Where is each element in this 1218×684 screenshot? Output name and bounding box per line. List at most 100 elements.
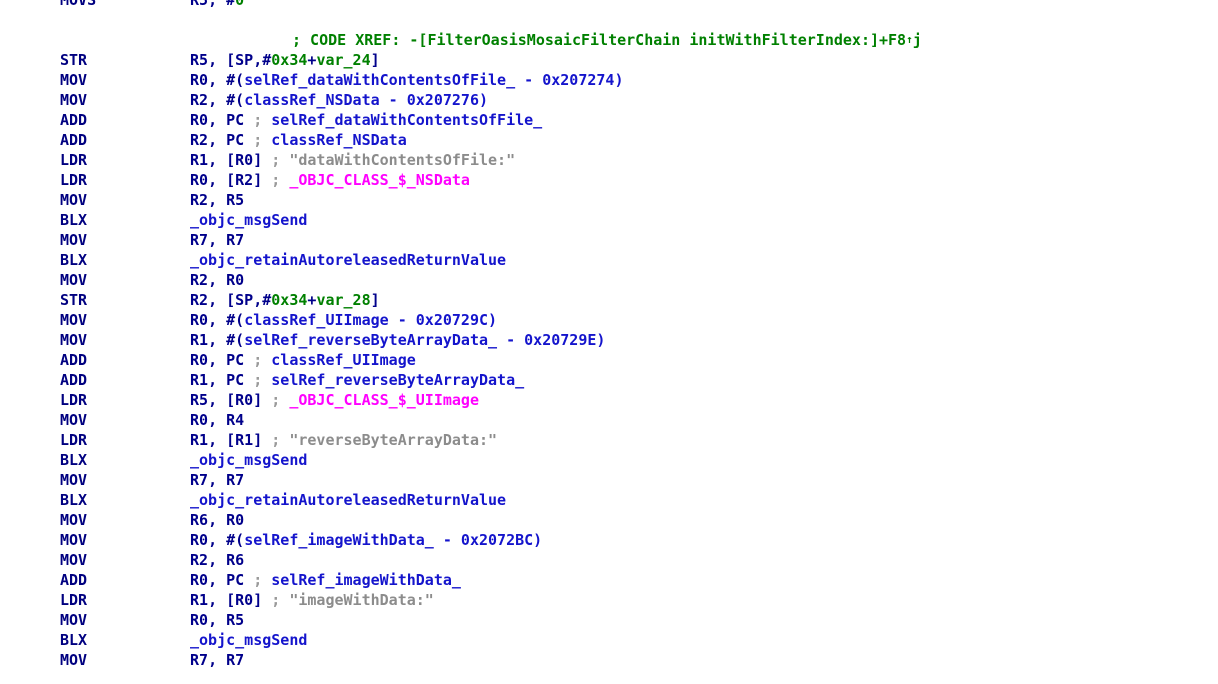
- token-sym[interactable]: classRef_NSData: [271, 131, 406, 149]
- instruction-operands[interactable]: _objc_retainAutoreleasedReturnValue: [190, 250, 506, 270]
- token-sym[interactable]: _objc_msgSend: [190, 451, 307, 469]
- instruction-line[interactable]: MOV R7, R7: [0, 470, 1218, 490]
- instruction-mnemonic[interactable]: BLX: [0, 210, 190, 230]
- token-sym[interactable]: classRef_UIImage: [244, 311, 389, 329]
- token-sym[interactable]: classRef_NSData: [244, 91, 379, 109]
- instruction-operands[interactable]: R2, R5: [190, 190, 244, 210]
- instruction-mnemonic[interactable]: MOV: [0, 550, 190, 570]
- instruction-operands[interactable]: R7, R7: [190, 650, 244, 670]
- instruction-line[interactable]: BLX _objc_retainAutoreleasedReturnValue: [0, 250, 1218, 270]
- token-sym[interactable]: classRef_UIImage: [271, 351, 416, 369]
- instruction-mnemonic[interactable]: BLX: [0, 630, 190, 650]
- instruction-operands[interactable]: R0, #(classRef_UIImage - 0x20729C): [190, 310, 497, 330]
- instruction-line[interactable]: MOV R2, R5: [0, 190, 1218, 210]
- instruction-line[interactable]: ADD R0, PC ; classRef_UIImage: [0, 350, 1218, 370]
- instruction-line[interactable]: MOV R6, R0: [0, 510, 1218, 530]
- instruction-mnemonic[interactable]: MOV: [0, 230, 190, 250]
- token-dataname[interactable]: _OBJC_CLASS_$_NSData: [289, 171, 470, 189]
- instruction-operands[interactable]: _objc_retainAutoreleasedReturnValue: [190, 490, 506, 510]
- instruction-line[interactable]: BLX _objc_msgSend: [0, 210, 1218, 230]
- token-sym[interactable]: - 0x20729E): [497, 331, 605, 349]
- instruction-operands[interactable]: R5, #0: [190, 0, 244, 10]
- instruction-mnemonic[interactable]: LDR: [0, 170, 190, 190]
- instruction-operands[interactable]: R0, PC ; classRef_UIImage: [190, 350, 416, 370]
- token-sym[interactable]: _objc_msgSend: [190, 631, 307, 649]
- instruction-operands[interactable]: R2, R0: [190, 270, 244, 290]
- token-sym[interactable]: - 0x207274): [515, 71, 623, 89]
- instruction-line[interactable]: LDR R5, [R0] ; _OBJC_CLASS_$_UIImage: [0, 390, 1218, 410]
- instruction-line[interactable]: MOV R0, R5: [0, 610, 1218, 630]
- instruction-line[interactable]: STR R2, [SP,#0x34+var_28]: [0, 290, 1218, 310]
- instruction-line[interactable]: ADD R1, PC ; selRef_reverseByteArrayData_: [0, 370, 1218, 390]
- token-dataname[interactable]: _OBJC_CLASS_$_UIImage: [289, 391, 479, 409]
- instruction-line[interactable]: BLX _objc_msgSend: [0, 630, 1218, 650]
- instruction-line[interactable]: MOV R0, #(selRef_dataWithContentsOfFile_ …: [0, 70, 1218, 90]
- instruction-operands[interactable]: R2, [SP,#0x34+var_28]: [190, 290, 380, 310]
- instruction-mnemonic[interactable]: BLX: [0, 450, 190, 470]
- xref-comment-line[interactable]: ; CODE XREF: -[FilterOasisMosaicFilterCh…: [0, 30, 1218, 50]
- instruction-operands[interactable]: R0, #(selRef_dataWithContentsOfFile_ - 0…: [190, 70, 624, 90]
- token-sym[interactable]: _objc_msgSend: [190, 211, 307, 229]
- instruction-operands[interactable]: R0, PC ; selRef_imageWithData_: [190, 570, 461, 590]
- instruction-line[interactable]: LDR R0, [R2] ; _OBJC_CLASS_$_NSData: [0, 170, 1218, 190]
- instruction-mnemonic[interactable]: MOV: [0, 410, 190, 430]
- instruction-mnemonic[interactable]: LDR: [0, 590, 190, 610]
- instruction-operands[interactable]: _objc_msgSend: [190, 450, 307, 470]
- instruction-mnemonic[interactable]: BLX: [0, 250, 190, 270]
- instruction-operands[interactable]: R7, R7: [190, 230, 244, 250]
- instruction-mnemonic[interactable]: LDR: [0, 150, 190, 170]
- instruction-mnemonic[interactable]: LDR: [0, 390, 190, 410]
- instruction-mnemonic[interactable]: ADD: [0, 110, 190, 130]
- instruction-line[interactable]: BLX _objc_retainAutoreleasedReturnValue: [0, 490, 1218, 510]
- instruction-operands[interactable]: _objc_msgSend: [190, 210, 307, 230]
- instruction-mnemonic[interactable]: MOVS: [0, 0, 190, 10]
- instruction-operands[interactable]: R1, [R0] ; "imageWithData:": [190, 590, 434, 610]
- instruction-mnemonic[interactable]: MOV: [0, 270, 190, 290]
- instruction-operands[interactable]: R5, [R0] ; _OBJC_CLASS_$_UIImage: [190, 390, 479, 410]
- instruction-mnemonic[interactable]: ADD: [0, 370, 190, 390]
- token-sym[interactable]: _objc_retainAutoreleasedReturnValue: [190, 251, 506, 269]
- instruction-operands[interactable]: R7, R7: [190, 470, 244, 490]
- instruction-operands[interactable]: R0, R4: [190, 410, 244, 430]
- instruction-line[interactable]: MOV R2, R0: [0, 270, 1218, 290]
- instruction-operands[interactable]: R2, PC ; classRef_NSData: [190, 130, 407, 150]
- instruction-operands[interactable]: R0, R5: [190, 610, 244, 630]
- token-sym[interactable]: selRef_dataWithContentsOfFile_: [271, 111, 542, 129]
- token-sym[interactable]: - 0x207276): [380, 91, 488, 109]
- xref-comment-text[interactable]: ; CODE XREF: -[FilterOasisMosaicFilterCh…: [190, 30, 922, 50]
- token-sym[interactable]: _objc_retainAutoreleasedReturnValue: [190, 491, 506, 509]
- instruction-mnemonic[interactable]: STR: [0, 50, 190, 70]
- instruction-line[interactable]: MOVS R5, #0: [0, 0, 1218, 10]
- instruction-operands[interactable]: R2, R6: [190, 550, 244, 570]
- instruction-mnemonic[interactable]: MOV: [0, 610, 190, 630]
- instruction-line[interactable]: LDR R1, [R0] ; "imageWithData:": [0, 590, 1218, 610]
- instruction-mnemonic[interactable]: MOV: [0, 330, 190, 350]
- instruction-line[interactable]: MOV R7, R7: [0, 650, 1218, 670]
- instruction-mnemonic[interactable]: MOV: [0, 510, 190, 530]
- instruction-mnemonic[interactable]: LDR: [0, 430, 190, 450]
- token-sym[interactable]: selRef_reverseByteArrayData_: [271, 371, 524, 389]
- instruction-operands[interactable]: R2, #(classRef_NSData - 0x207276): [190, 90, 488, 110]
- token-sym[interactable]: selRef_imageWithData_: [271, 571, 461, 589]
- instruction-line[interactable]: MOV R2, R6: [0, 550, 1218, 570]
- instruction-mnemonic[interactable]: STR: [0, 290, 190, 310]
- disassembly-listing[interactable]: MOVS R5, #0 ; CODE XREF: -[FilterOasisMos…: [0, 0, 1218, 674]
- token-sym[interactable]: - 0x2072BC): [434, 531, 542, 549]
- instruction-mnemonic[interactable]: MOV: [0, 650, 190, 670]
- instruction-line[interactable]: MOV R1, #(selRef_reverseByteArrayData_ - …: [0, 330, 1218, 350]
- instruction-mnemonic[interactable]: MOV: [0, 470, 190, 490]
- instruction-line[interactable]: MOV R7, R7: [0, 230, 1218, 250]
- instruction-operands[interactable]: R0, [R2] ; _OBJC_CLASS_$_NSData: [190, 170, 470, 190]
- token-sym[interactable]: selRef_imageWithData_: [244, 531, 434, 549]
- instruction-line[interactable]: LDR R1, [R0] ; "dataWithContentsOfFile:": [0, 150, 1218, 170]
- instruction-operands[interactable]: R6, R0: [190, 510, 244, 530]
- instruction-mnemonic[interactable]: ADD: [0, 130, 190, 150]
- instruction-mnemonic[interactable]: MOV: [0, 190, 190, 210]
- instruction-line[interactable]: LDR R1, [R1] ; "reverseByteArrayData:": [0, 430, 1218, 450]
- instruction-operands[interactable]: R1, [R0] ; "dataWithContentsOfFile:": [190, 150, 515, 170]
- token-sym[interactable]: - 0x20729C): [389, 311, 497, 329]
- instruction-line[interactable]: BLX _objc_msgSend: [0, 450, 1218, 470]
- instruction-operands[interactable]: R1, PC ; selRef_reverseByteArrayData_: [190, 370, 524, 390]
- instruction-line[interactable]: ADD R0, PC ; selRef_dataWithContentsOfFil…: [0, 110, 1218, 130]
- instruction-line[interactable]: ADD R2, PC ; classRef_NSData: [0, 130, 1218, 150]
